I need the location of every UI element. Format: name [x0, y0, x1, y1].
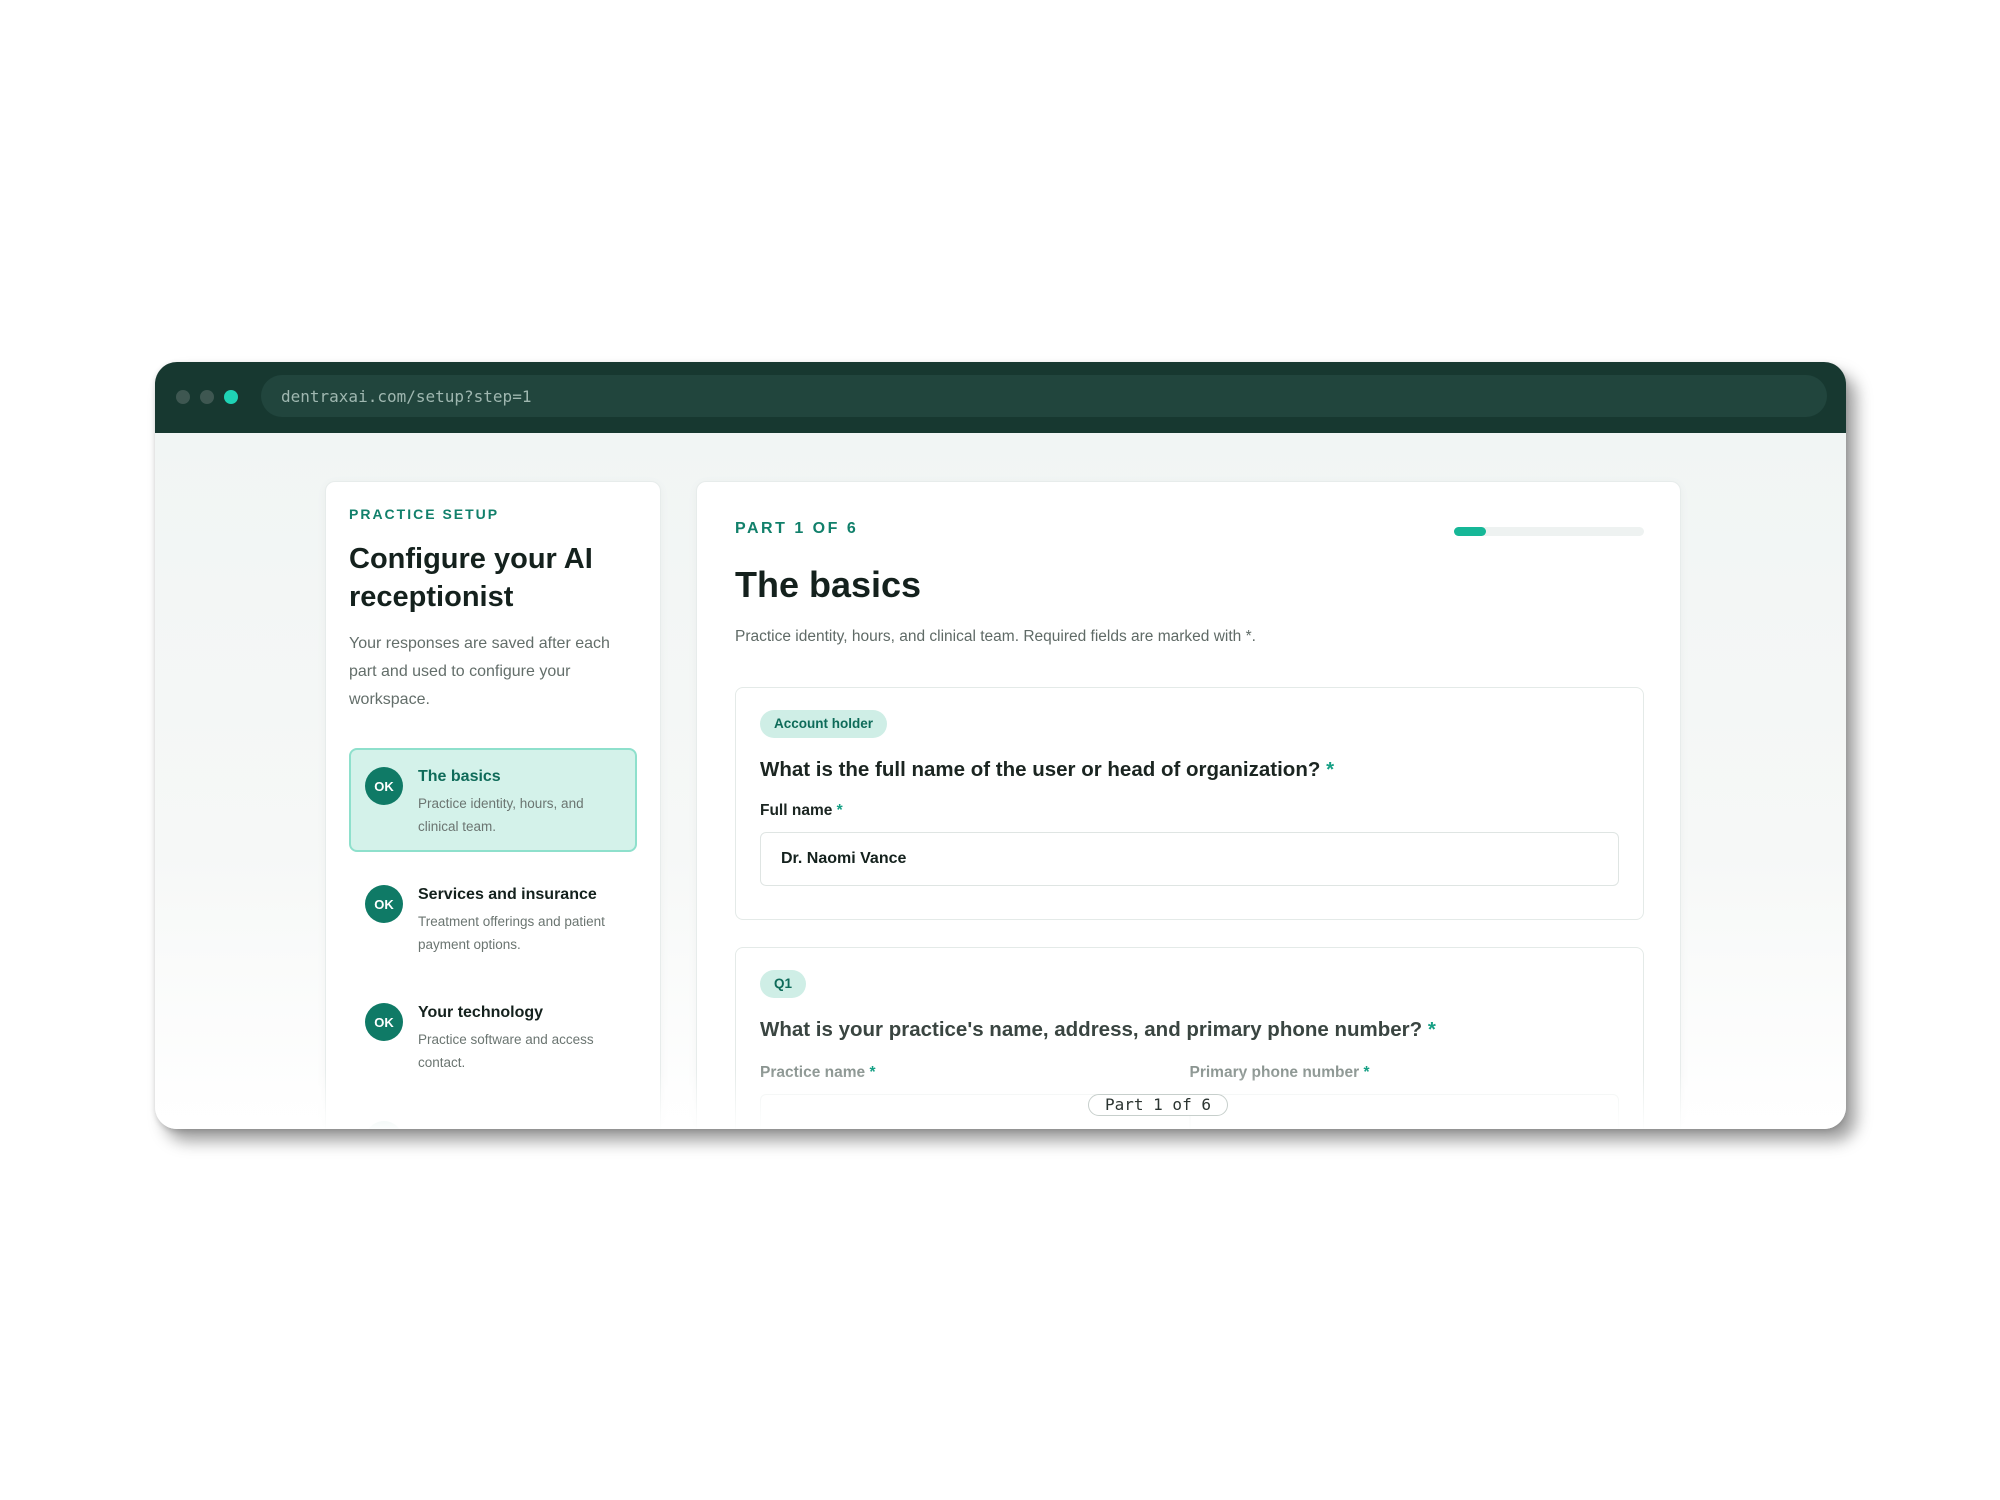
browser-window: dentraxai.com/setup?step=1 PRACTICE SETU… [155, 362, 1846, 1129]
sidebar-title: Configure your AI receptionist [349, 543, 593, 613]
part-progress-bar [1454, 527, 1644, 536]
step-complete-badge: OK [365, 885, 403, 923]
required-mark: * [869, 1064, 876, 1081]
primary-phone-input[interactable] [1189, 1094, 1619, 1129]
label-text: Primary phone number [1189, 1064, 1360, 1081]
part-indicator-chip: Part 1 of 6 [1088, 1094, 1228, 1116]
window-minimize-dot[interactable] [200, 390, 214, 404]
account-holder-card: Account holder What is the full name of … [735, 687, 1644, 920]
sidebar-description: Your responses are saved after each part… [349, 635, 610, 708]
question-text: What is your practice's name, address, a… [760, 1018, 1423, 1041]
full-name-input[interactable]: Dr. Naomi Vance [760, 832, 1619, 886]
practice-name-label: Practice name * [760, 1064, 1190, 1082]
browser-titlebar: dentraxai.com/setup?step=1 [155, 362, 1846, 433]
required-mark: * [1326, 758, 1335, 781]
q1-question: What is your practice's name, address, a… [760, 1018, 1619, 1042]
label-text: Full name [760, 802, 833, 819]
part-progress-fill [1454, 527, 1486, 536]
step-complete-badge: OK [365, 767, 403, 805]
step-title: Your technology [418, 1004, 544, 1021]
step-subtitle: Treatment offerings and patient payment … [418, 914, 605, 952]
sidebar-eyebrow: PRACTICE SETUP [349, 506, 500, 522]
step-title: Services and insurance [418, 886, 597, 903]
q1-tag: Q1 [760, 970, 807, 998]
primary-phone-label: Primary phone number * [1190, 1064, 1620, 1082]
step-item-the-basics[interactable]: OK The basics Practice identity, hours, … [349, 748, 637, 852]
step-complete-badge: OK [365, 1003, 403, 1041]
step-list: OK The basics Practice identity, hours, … [349, 748, 637, 1129]
required-mark: * [836, 802, 843, 819]
page-viewport: PRACTICE SETUP Configure your AI recepti… [155, 433, 1846, 1129]
step-subtitle: Practice software and access contact. [418, 1032, 594, 1070]
step-item-your-technology[interactable]: OK Your technology Practice software and… [349, 984, 637, 1088]
primary-phone-field: Primary phone number * [1189, 1064, 1620, 1129]
setup-sidebar: PRACTICE SETUP Configure your AI recepti… [325, 481, 661, 1129]
full-name-label: Full name * [760, 802, 1619, 820]
label-text: Practice name [760, 1064, 866, 1081]
step-title: The basics [418, 768, 501, 785]
question-text: What is the full name of the user or hea… [760, 758, 1321, 781]
page-description: Practice identity, hours, and clinical t… [735, 628, 1256, 645]
setup-main-panel: PART 1 OF 6 The basics Practice identity… [696, 481, 1681, 1129]
step-badge [365, 1121, 403, 1129]
account-holder-question: What is the full name of the user or hea… [760, 758, 1619, 782]
window-close-dot[interactable] [176, 390, 190, 404]
window-maximize-dot[interactable] [224, 390, 238, 404]
page-title: The basics [735, 564, 922, 605]
step-item-next-faded[interactable] [349, 1102, 637, 1129]
step-subtitle: Practice identity, hours, and clinical t… [418, 796, 584, 834]
required-mark: * [1363, 1064, 1370, 1081]
part-label: PART 1 OF 6 [735, 520, 859, 537]
required-mark: * [1427, 1018, 1436, 1041]
address-bar[interactable]: dentraxai.com/setup?step=1 [261, 375, 1827, 417]
account-holder-tag: Account holder [760, 710, 888, 738]
step-item-services-and-insurance[interactable]: OK Services and insurance Treatment offe… [349, 866, 637, 970]
